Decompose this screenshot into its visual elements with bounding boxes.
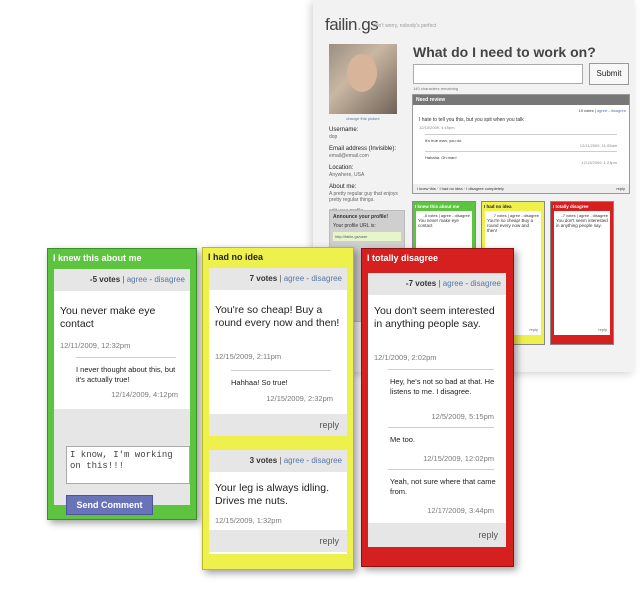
vote-bar: -7 votes | agree - disagree <box>368 273 506 295</box>
comment-panel: 7 votes | agree - disagree You're so che… <box>209 268 347 436</box>
reply-button[interactable]: reply <box>209 530 347 552</box>
reply-date: 12/15/2009, 12:02pm <box>423 454 494 463</box>
review-reply-date: 12/11/2009, 11:05am <box>579 143 617 148</box>
username-field: Username: dop <box>329 127 359 140</box>
divider <box>388 427 494 428</box>
review-disagree-link[interactable]: disagree <box>611 108 626 113</box>
comment-date: 12/15/2009, 2:11pm <box>215 352 282 361</box>
announce-title: Announce your profile! <box>333 214 388 220</box>
reply-button[interactable]: reply <box>368 523 506 547</box>
card-totally-disagree: I totally disagree -7 votes | agree - di… <box>361 248 514 567</box>
disagree-link[interactable]: disagree <box>311 456 342 465</box>
comment-date: 12/1/2009, 2:02pm <box>374 353 437 362</box>
feedback-input[interactable] <box>413 64 583 84</box>
reply-button[interactable]: reply <box>209 414 347 436</box>
review-reply-link[interactable]: reply <box>616 186 625 191</box>
vote-bar: 7 votes | agree - disagree <box>209 268 347 290</box>
vote-count: -7 votes <box>405 279 437 288</box>
comment-text: You never make eye contact <box>60 305 156 330</box>
review-reply: Hahaha. Oh man! <box>425 151 617 160</box>
need-review-panel: Need review 19 votes | agree - disagree … <box>412 94 630 194</box>
change-picture-link[interactable]: change this picture <box>329 116 397 121</box>
site-logo[interactable]: failin.gs <box>325 15 379 35</box>
comment-date: 12/15/2009, 1:32pm <box>215 516 282 525</box>
review-footer: reply I knew this · I had no idea · I dis… <box>413 184 629 193</box>
comment-date: 12/11/2009, 12:32pm <box>60 341 131 350</box>
comment-panel: 3 votes | agree - disagree Your leg is a… <box>209 450 347 554</box>
card-title: I totally disagree <box>367 253 439 263</box>
divider <box>388 469 494 470</box>
review-reply: It's true man, you do. <box>425 134 617 143</box>
comment-text: You're so cheap! Buy a round every now a… <box>215 304 340 329</box>
reply-text: I never thought about this, but it's act… <box>76 365 176 384</box>
profile-sidebar: change this picture Username: dop Email a… <box>329 44 409 214</box>
vote-count: -5 votes <box>89 275 121 284</box>
card-no-idea: I had no idea 7 votes | agree - disagree… <box>202 247 354 570</box>
review-date: 12/10/2009, 4:15pm <box>419 125 455 130</box>
need-review-header: Need review <box>413 95 629 105</box>
review-text: I hate to tell you this, but you spit wh… <box>419 117 524 123</box>
card-title: I knew this about me <box>53 253 142 263</box>
reply-date: 12/5/2009, 5:15pm <box>431 412 494 421</box>
vote-bar: 3 votes | agree - disagree <box>209 450 347 472</box>
card-title: I had no idea <box>208 252 264 262</box>
reply-date: 12/15/2009, 2:32pm <box>266 394 333 403</box>
agree-link[interactable]: agree <box>284 456 304 465</box>
review-votes: 19 votes | agree - disagree <box>578 108 626 113</box>
agree-link[interactable]: agree <box>443 279 463 288</box>
review-categories[interactable]: I knew this · I had no idea · I disagree… <box>417 186 504 191</box>
divider <box>76 357 176 358</box>
profile-url[interactable]: http://failin.gs/user <box>333 232 401 241</box>
review-agree-link[interactable]: agree <box>597 108 607 113</box>
disagree-link[interactable]: disagree <box>154 275 185 284</box>
divider <box>231 370 331 371</box>
divider <box>388 369 494 370</box>
reply-date: 12/14/2009, 4:12pm <box>111 390 178 399</box>
comment-text: You don't seem interested in anything pe… <box>374 305 495 330</box>
site-tagline: don't worry, nobody's perfect <box>373 23 437 29</box>
comment-input[interactable]: I know, I'm working on this!!! <box>66 446 190 484</box>
disagree-link[interactable]: disagree <box>311 274 342 283</box>
comment-panel: -5 votes | agree - disagree You never ma… <box>54 269 190 515</box>
announce-text: Your profile URL is: <box>333 223 376 229</box>
page-title: What do I need to work on? <box>413 44 596 60</box>
vote-count: 7 votes <box>249 274 278 283</box>
comment-text: Your leg is always idling. Drives me nut… <box>215 482 330 507</box>
reply-date: 12/17/2009, 3:44pm <box>427 506 494 515</box>
agree-link[interactable]: agree <box>127 275 147 284</box>
card-knew-this: I knew this about me -5 votes | agree - … <box>47 248 197 520</box>
characters-remaining: 140 characters remaining <box>413 86 459 91</box>
reply-text: Hahhaa! So true! <box>231 378 288 387</box>
disagree-link[interactable]: disagree <box>470 279 501 288</box>
about-field: About me: A pretty regular guy that enjoy… <box>329 184 398 203</box>
submit-button[interactable]: Submit <box>589 63 629 85</box>
reply-text: Hey, he's not so bad at that. He listens… <box>390 377 495 396</box>
agree-link[interactable]: agree <box>284 274 304 283</box>
location-field: Location: Anywhere, USA <box>329 165 365 178</box>
vote-bar: -5 votes | agree - disagree <box>54 269 190 291</box>
email-field: Email address (Invisible): email@email.co… <box>329 146 397 159</box>
review-reply-date: 12/13/2009, 1:23pm <box>581 160 617 165</box>
comment-panel: -7 votes | agree - disagree You don't se… <box>368 273 506 547</box>
mini-card-disagree: I totally disagree -7 votes | agree - di… <box>550 201 614 345</box>
reply-text: Me too. <box>390 435 416 444</box>
reply-text: Yeah, not sure where that came from. <box>390 477 496 496</box>
send-comment-button[interactable]: Send Comment <box>66 495 153 515</box>
vote-count: 3 votes <box>249 456 278 465</box>
avatar <box>329 44 397 114</box>
